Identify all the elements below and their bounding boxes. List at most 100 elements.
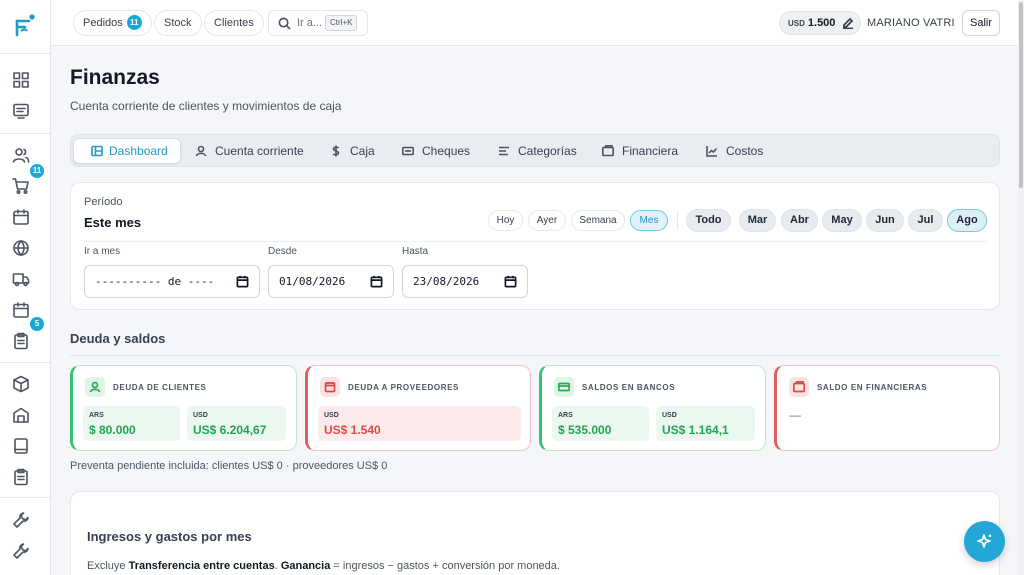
tab-cuenta-corriente[interactable]: Cuenta corriente bbox=[195, 138, 305, 164]
divider bbox=[84, 241, 987, 242]
currency-rate-badge[interactable]: USD 1.500 bbox=[779, 11, 861, 35]
sparkle-icon bbox=[977, 534, 992, 548]
month-chip-may[interactable]: May bbox=[822, 209, 862, 232]
currency-rate: 1.500 bbox=[807, 17, 836, 29]
period-chip-semana[interactable]: Semana bbox=[571, 210, 625, 231]
calendar-icon[interactable] bbox=[236, 275, 249, 288]
user-icon bbox=[85, 377, 105, 397]
currency-label: USD bbox=[193, 412, 208, 419]
goto-month-input[interactable]: ---------- de ---- bbox=[84, 265, 260, 298]
scrollbar-thumb[interactable] bbox=[1019, 2, 1023, 188]
tab-label: Costos bbox=[726, 144, 764, 158]
users-icon[interactable] bbox=[12, 146, 30, 164]
tab-financiera[interactable]: Financiera bbox=[602, 138, 682, 164]
assistant-button[interactable] bbox=[964, 521, 1005, 562]
from-date-input[interactable]: 01/08/2026 bbox=[268, 265, 394, 298]
list-icon[interactable] bbox=[12, 102, 30, 120]
card-title: SALDO EN FINANCIERAS bbox=[817, 383, 928, 392]
search-shortcut: Ctrl+K bbox=[325, 15, 358, 31]
to-date-value: 23/08/2026 bbox=[413, 275, 480, 288]
truck-icon[interactable] bbox=[12, 270, 30, 288]
note-text: = ingresos − gastos + conversión por mon… bbox=[330, 560, 560, 572]
pedidos-button[interactable]: Pedidos 11 bbox=[73, 10, 152, 36]
period-value: Este mes bbox=[84, 215, 142, 230]
search-icon bbox=[278, 17, 291, 30]
balance-box: USD US$ 1.540 bbox=[318, 406, 521, 441]
empty-value: — bbox=[789, 408, 801, 422]
month-chip-jun[interactable]: Jun bbox=[866, 209, 904, 232]
wrench-icon[interactable] bbox=[12, 511, 30, 529]
currency-label: ARS bbox=[558, 412, 573, 419]
section-title: Deuda y saldos bbox=[70, 331, 166, 346]
calendar-icon[interactable] bbox=[12, 301, 30, 319]
period-label: Período bbox=[84, 196, 123, 208]
month-chip-todo[interactable]: Todo bbox=[686, 209, 731, 232]
search-input[interactable]: Ir a... Ctrl+K bbox=[268, 10, 368, 36]
currency-label: USD bbox=[662, 412, 677, 419]
from-date-label: Desde bbox=[268, 246, 297, 257]
goto-month-label: Ir a mes bbox=[84, 246, 121, 257]
calendar-icon[interactable] bbox=[12, 208, 30, 226]
tab-label: Financiera bbox=[622, 144, 679, 158]
note-bold: Transferencia entre cuentas bbox=[128, 560, 275, 572]
book-icon[interactable] bbox=[12, 437, 30, 455]
balance-box: USD US$ 6.204,67 bbox=[187, 406, 286, 441]
balance-box: USD US$ 1.164,1 bbox=[656, 406, 755, 441]
tab-label: Categorías bbox=[518, 144, 577, 158]
wrench-icon[interactable] bbox=[12, 542, 30, 560]
warehouse-icon[interactable] bbox=[12, 406, 30, 424]
clipboard-icon[interactable] bbox=[12, 468, 30, 486]
presale-note: Preventa pendiente incluida: clientes US… bbox=[70, 460, 388, 472]
layout-icon bbox=[91, 145, 103, 157]
month-chip-mar[interactable]: Mar bbox=[739, 209, 776, 232]
pedidos-badge: 11 bbox=[126, 15, 142, 30]
calendar-icon[interactable] bbox=[370, 275, 383, 288]
box-icon[interactable] bbox=[12, 375, 30, 393]
cart-badge: 11 bbox=[30, 164, 44, 178]
tab-label: Dashboard bbox=[109, 144, 168, 158]
tab-caja[interactable]: Caja bbox=[330, 138, 380, 164]
to-date-input[interactable]: 23/08/2026 bbox=[402, 265, 528, 298]
clipboard-icon[interactable] bbox=[12, 332, 30, 350]
to-date-label: Hasta bbox=[402, 246, 429, 257]
financial-balance-card: SALDO EN FINANCIERAS — bbox=[774, 365, 1000, 451]
card-title: DEUDA DE CLIENTES bbox=[113, 383, 207, 392]
balance-box: ARS $ 535.000 bbox=[552, 406, 649, 441]
month-chip-abr[interactable]: Abr bbox=[781, 209, 818, 232]
month-chip-ago[interactable]: Ago bbox=[947, 209, 987, 232]
period-chip-mes[interactable]: Mes bbox=[630, 210, 668, 231]
stock-button[interactable]: Stock bbox=[154, 10, 202, 36]
period-chip-ayer[interactable]: Ayer bbox=[528, 210, 566, 231]
currency-code: USD bbox=[788, 19, 805, 28]
tab-cheques[interactable]: Cheques bbox=[402, 138, 472, 164]
tab-label: Cuenta corriente bbox=[215, 144, 304, 158]
wallet-icon bbox=[602, 145, 614, 157]
page-subtitle: Cuenta corriente de clientes y movimient… bbox=[70, 99, 342, 113]
tab-costos[interactable]: Costos bbox=[706, 138, 766, 164]
grid-icon[interactable] bbox=[12, 71, 30, 89]
dollar-icon bbox=[332, 145, 340, 157]
chart-title: Ingresos y gastos por mes bbox=[87, 529, 252, 544]
topbar: Pedidos 11 Stock Clientes Ir a... Ctrl+K … bbox=[51, 0, 1024, 46]
logout-button[interactable]: Salir bbox=[962, 10, 1000, 36]
bank-balance-card: SALDOS EN BANCOS ARS $ 535.000 USD US$ 1.1… bbox=[539, 365, 766, 451]
calendar-icon[interactable] bbox=[504, 275, 517, 288]
month-chip-jul[interactable]: Jul bbox=[908, 209, 943, 232]
divider bbox=[70, 355, 1000, 356]
supplier-debt-card: DEUDA A PROVEEDORES USD US$ 1.540 bbox=[305, 365, 531, 451]
tab-label: Cheques bbox=[422, 144, 471, 158]
tab-dashboard[interactable]: Dashboard bbox=[73, 138, 181, 164]
card-icon bbox=[402, 146, 414, 156]
cart-icon[interactable] bbox=[12, 177, 30, 195]
card-title: SALDOS EN BANCOS bbox=[582, 383, 676, 392]
scrollbar[interactable] bbox=[1018, 0, 1024, 575]
clientes-button[interactable]: Clientes bbox=[204, 10, 264, 36]
logo-icon[interactable] bbox=[13, 13, 37, 39]
edit-icon[interactable] bbox=[842, 17, 854, 29]
tab-categorias[interactable]: Categorías bbox=[498, 138, 578, 164]
period-chip-hoy[interactable]: Hoy bbox=[488, 210, 523, 231]
calendar-icon bbox=[320, 377, 340, 397]
card-icon bbox=[554, 377, 574, 397]
note-text: Excluye bbox=[87, 560, 129, 572]
globe-icon[interactable] bbox=[12, 239, 30, 257]
